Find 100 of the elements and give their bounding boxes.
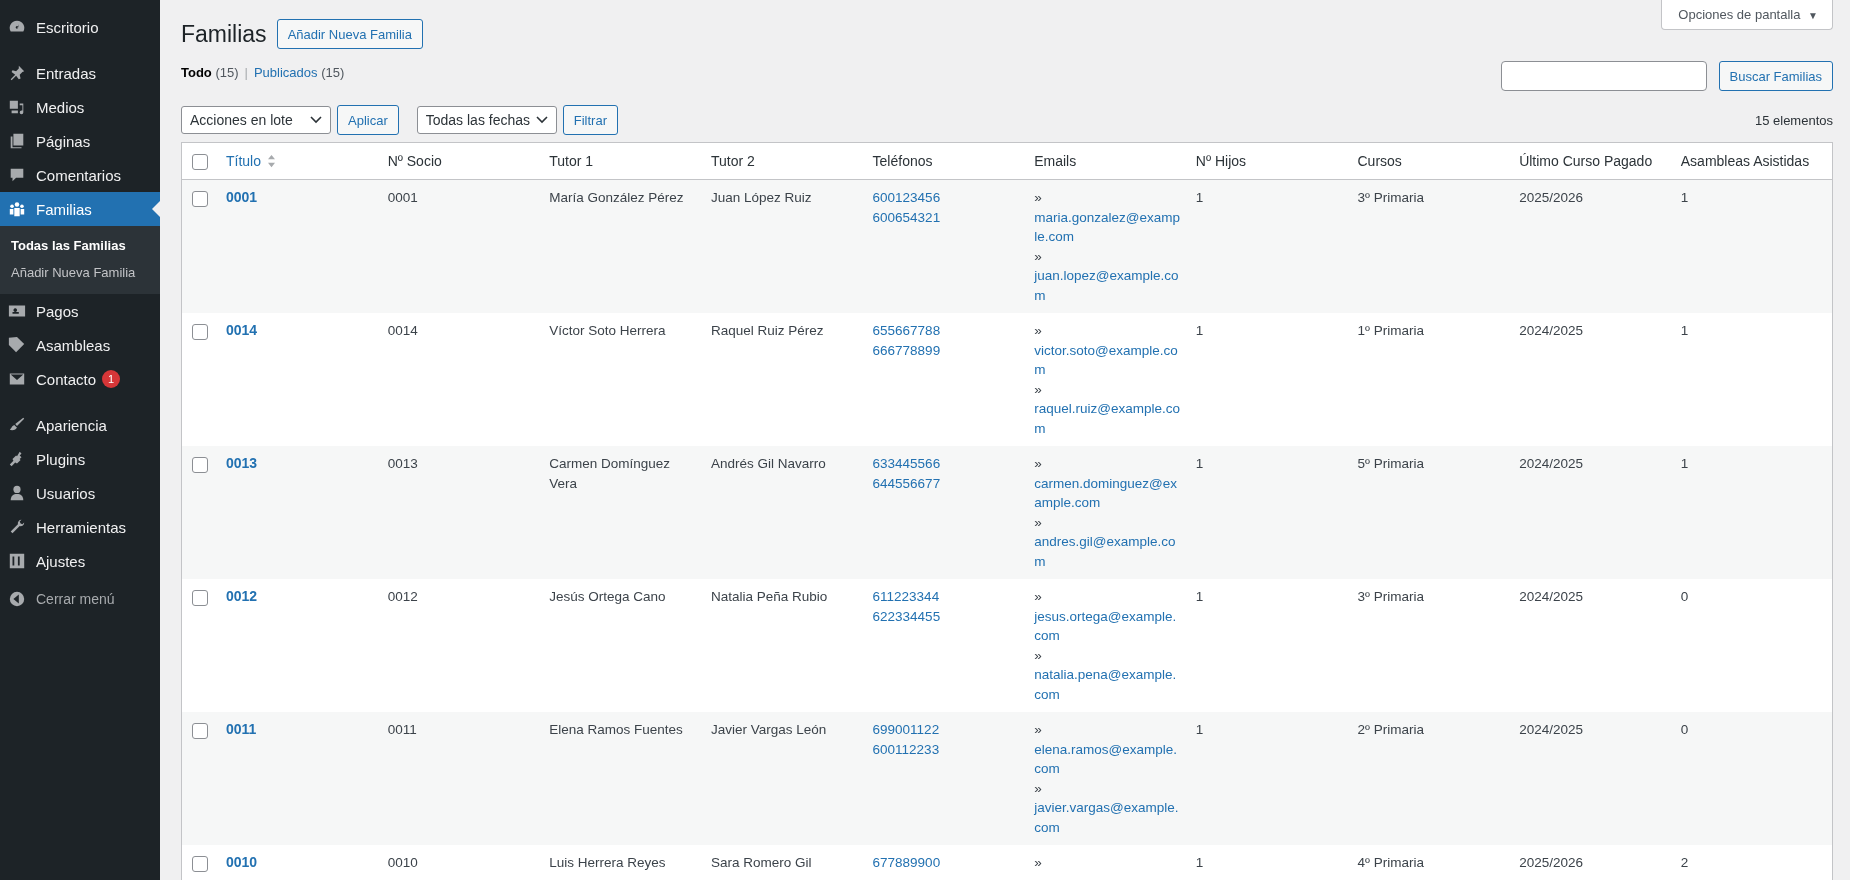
phone-link[interactable]: 666778899	[872, 340, 941, 360]
family-title-link[interactable]: 0010	[226, 854, 258, 870]
email-link[interactable]: andres.gil@example.com	[1034, 532, 1182, 571]
email-link[interactable]: victor.soto@example.com	[1034, 340, 1182, 380]
table-cell: María González Pérez	[549, 190, 684, 205]
table-cell: Jesús Ortega Cano	[549, 589, 666, 604]
table-cell: Raquel Ruiz Pérez	[710, 323, 824, 338]
family-title-link[interactable]: 0013	[226, 455, 258, 471]
table-cell: 1	[1195, 589, 1204, 604]
sidebar-item[interactable]: Asambleas	[0, 328, 160, 362]
family-title-link[interactable]: 0014	[226, 322, 258, 338]
select-all-checkbox[interactable]	[192, 153, 208, 170]
sidebar-item[interactable]: Páginas	[0, 124, 160, 158]
sidebar-item[interactable]: Ajustes	[0, 544, 160, 578]
email-link[interactable]: jesus.ortega@example.com	[1034, 606, 1182, 646]
list-marker: »	[1034, 247, 1042, 266]
table-cell: Elena Ramos Fuentes	[549, 722, 683, 737]
table-cell: Carmen Domínguez Vera	[549, 456, 671, 491]
add-new-button[interactable]: Añadir Nueva Familia	[276, 19, 423, 49]
sidebar-item[interactable]: Herramientas	[0, 510, 160, 544]
sidebar-item[interactable]: Apariencia	[0, 408, 160, 442]
sidebar-item[interactable]: Medios	[0, 90, 160, 124]
table-cell: Luis Herrera Reyes	[549, 855, 666, 870]
chevron-icon	[535, 116, 548, 124]
submenu-item[interactable]: Todas las Familias	[0, 232, 160, 259]
row-checkbox[interactable]	[192, 590, 208, 607]
submenu-item[interactable]: Añadir Nueva Familia	[0, 259, 160, 286]
row-checkbox[interactable]	[192, 723, 208, 740]
row-checkbox[interactable]	[192, 457, 208, 474]
sidebar-item[interactable]: Comentarios	[0, 158, 160, 192]
list-marker: »	[1034, 646, 1042, 665]
column-header: Último Curso Pagado	[1519, 153, 1653, 169]
phone-link[interactable]: 633445566	[872, 454, 941, 474]
chevron-icon	[310, 116, 322, 124]
table-cell: 0001	[387, 190, 418, 205]
table-cell: 2024/2025	[1519, 323, 1583, 338]
date-filter-dropdown[interactable]: Todas las fechas	[416, 106, 557, 134]
column-header: Cursos	[1357, 153, 1402, 169]
tag-icon	[8, 336, 26, 354]
sidebar-item[interactable]: Escritorio	[0, 10, 160, 44]
table-cell: 3º Primaria	[1357, 190, 1424, 205]
email-link[interactable]: natalia.pena@example.com	[1034, 665, 1182, 704]
table-cell: 2024/2025	[1519, 456, 1583, 471]
phone-link[interactable]: 611223344	[872, 587, 940, 607]
bulk-actions-dropdown[interactable]: Acciones en lote	[181, 106, 331, 134]
family-title-link[interactable]: 0012	[226, 588, 258, 604]
search-field[interactable]	[1500, 61, 1707, 91]
column-header-link[interactable]: Título	[226, 153, 276, 169]
sidebar-item[interactable]: Plugins	[0, 442, 160, 476]
list-marker: »	[1034, 779, 1042, 798]
phone-link[interactable]: 655667788	[872, 321, 941, 341]
row-checkbox[interactable]	[192, 856, 208, 873]
sidebar-item[interactable]: Pagos	[0, 294, 160, 328]
search-button[interactable]: Buscar Familias	[1718, 61, 1833, 91]
sidebar-item[interactable]: Contacto 1	[0, 362, 160, 396]
list-marker: »	[1034, 189, 1042, 207]
table-cell: 1	[1680, 323, 1689, 338]
table-cell: 1	[1195, 190, 1204, 205]
phone-link[interactable]: 600654321	[872, 207, 941, 227]
family-title-link[interactable]: 0001	[226, 189, 258, 205]
phone-link[interactable]: 644556677	[872, 473, 941, 493]
column-header: Tutor 1	[549, 153, 594, 169]
notification-badge: 1	[102, 370, 121, 388]
phone-link[interactable]: 622334455	[872, 606, 941, 626]
phone-link[interactable]: 699001122	[872, 720, 940, 740]
email-link[interactable]: elena.ramos@example.com	[1034, 739, 1182, 779]
table-cell: 0010	[387, 855, 418, 870]
pointer-arrow-icon	[152, 201, 160, 217]
table-cell: 2	[1680, 855, 1689, 870]
view-filter-link[interactable]: Todo (15)	[181, 65, 239, 80]
table-cell: 4º Primaria	[1357, 855, 1424, 870]
list-marker: »	[1034, 322, 1042, 340]
sidebar-item[interactable]: Familias	[0, 192, 160, 226]
email-link[interactable]: javier.vargas@example.com	[1034, 798, 1182, 837]
table-cell: 2º Primaria	[1357, 722, 1424, 737]
email-link[interactable]: juan.lopez@example.com	[1034, 266, 1182, 305]
table-cell: 0	[1680, 722, 1689, 737]
email-link[interactable]: maria.gonzalez@example.com	[1034, 207, 1182, 247]
table-cell: 2025/2026	[1519, 190, 1583, 205]
apply-button[interactable]: Aplicar	[337, 105, 399, 135]
sidebar-item[interactable]: Entradas	[0, 56, 160, 90]
filter-button[interactable]: Filtrar	[562, 105, 618, 135]
screen-options-button[interactable]: Opciones de pantalla ▼	[1661, 0, 1833, 30]
separator: |	[244, 65, 248, 80]
phone-link[interactable]: 600123456	[872, 188, 941, 208]
table-cell: Sara Romero Gil	[710, 855, 812, 870]
table-cell: 0014	[387, 323, 418, 338]
collapse-menu-button[interactable]: Cerrar menú	[0, 582, 160, 616]
phone-link[interactable]: 677889900	[872, 853, 941, 873]
row-checkbox[interactable]	[192, 191, 208, 208]
table-cell: 3º Primaria	[1357, 589, 1424, 604]
column-header: Asambleas Asistidas	[1680, 153, 1810, 169]
email-link[interactable]: carmen.dominguez@example.com	[1034, 473, 1182, 513]
email-link[interactable]: raquel.ruiz@example.com	[1034, 399, 1182, 438]
sidebar-item[interactable]: Usuarios	[0, 476, 160, 510]
view-filter-link[interactable]: Publicados (15)	[253, 65, 345, 80]
phone-link[interactable]: 600112233	[872, 739, 940, 759]
table-cell: 1	[1680, 456, 1689, 471]
family-title-link[interactable]: 0011	[226, 721, 257, 737]
row-checkbox[interactable]	[192, 324, 208, 341]
